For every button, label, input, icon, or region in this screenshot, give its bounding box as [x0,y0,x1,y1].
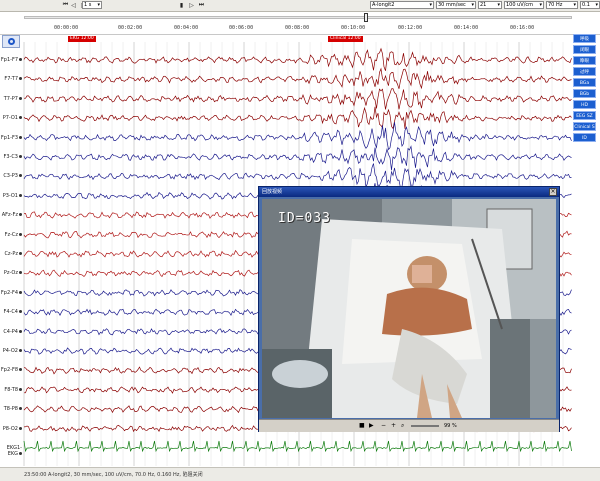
close-icon[interactable]: × [549,188,557,196]
channel-label[interactable]: T7-P7 [0,96,22,102]
timeline-cursor[interactable] [364,13,368,22]
zoom-icon[interactable]: ⌕ [401,422,404,430]
event-button[interactable]: BGa [573,78,596,87]
eeg-trace [23,163,572,189]
video-stop-icon[interactable]: ■ [359,422,365,429]
speed-select[interactable]: 1 s [82,1,102,9]
eeg-trace [23,145,572,171]
channel-label[interactable]: F4-C4 [0,309,22,315]
channel-label[interactable]: C3-P3 [0,173,22,179]
status-text: 23:50:00 A-longit2, 30 mm/sec, 100 uV/cm… [24,472,203,478]
toolbar: 事件 ⏮ ◁ ▷ 1 s ▮ ▷ ⏭ A-longit2 30 mm/sec 2… [0,0,600,19]
eeg-trace [23,67,572,90]
video-scene [262,199,556,418]
filter-select[interactable]: 70 Hz [546,1,578,9]
timebase-select[interactable]: 30 mm/sec [436,1,476,9]
video-minus-icon[interactable]: − [381,422,386,429]
timeline-ruler[interactable]: 00:00:00 00:02:00 00:04:00 00:06:00 00:08:00… [0,12,600,35]
timeline-tick: 00:10:00 [341,25,366,31]
video-playback-window[interactable]: 回放视频 × ID=033 ■ ▶ − + ⌕ 99 % [258,186,560,432]
channel-label[interactable]: P4-O2 [0,348,22,354]
montage-select[interactable]: A-longit2 [370,1,434,9]
channel-label[interactable]: Fz-Cz [0,232,22,238]
eeg-trace [23,122,572,151]
video-window-title: 回放视频 [259,187,559,197]
status-bar: 23:50:00 A-longit2, 30 mm/sec, 100 uV/cm… [0,467,600,481]
channel-label[interactable]: T8-P8 [0,406,22,412]
channel-label[interactable]: Fp2-F8 [0,367,22,373]
video-play-icon[interactable]: ▶ [369,422,374,429]
hf-select[interactable]: 0.1 [580,1,600,9]
channel-label[interactable]: Fp2-F4 [0,290,22,296]
channel-label[interactable]: EKG1-EKG [0,445,22,457]
skip-forward-icon[interactable]: ⏭ [198,1,205,9]
event-button[interactable]: 睁眼 [573,56,596,65]
eeg-trace [23,88,572,110]
channel-label[interactable]: F3-C3 [0,154,22,160]
channel-label[interactable]: C4-P4 [0,329,22,335]
eeg-trace [23,106,572,130]
video-controls: ■ ▶ − + ⌕ 99 % [259,419,559,432]
channel-label[interactable]: Fp1-F7 [0,57,22,63]
sensitivity-select[interactable]: 100 uV/cm [504,1,544,9]
timeline-tick: 00:00:00 [54,25,79,31]
channel-label[interactable]: Pz-Oz [0,270,22,276]
eeg-trace [23,47,572,71]
channel-label[interactable]: Fp1-F3 [0,135,22,141]
event-button[interactable]: ID [573,133,596,142]
video-id-overlay: ID=033 [278,211,331,226]
event-marker[interactable]: EKG 12:00 [68,36,96,42]
stop-icon[interactable]: ▮ [178,1,185,9]
timeline-tick: 00:08:00 [285,25,310,31]
event-button[interactable]: HD [573,100,596,109]
event-button[interactable]: 闭眼 [573,45,596,54]
timeline-tick: 00:14:00 [454,25,479,31]
next-icon[interactable]: ▷ [188,1,195,9]
video-zoom-level: 99 % [444,423,457,429]
eeg-trace [23,440,572,453]
video-plus-icon[interactable]: + [391,422,396,429]
timeline-tick: 00:06:00 [229,25,254,31]
event-button[interactable]: 过呼 [573,67,596,76]
video-slider[interactable] [411,425,439,427]
channel-label[interactable]: F8-T8 [0,387,22,393]
channel-label[interactable]: AFz-Fz [0,212,22,218]
channel-label[interactable]: P7-O1 [0,115,22,121]
timeline-tick: 00:02:00 [118,25,143,31]
event-button[interactable]: 呼吸 [573,34,596,43]
timeline-tick: 00:04:00 [174,25,199,31]
channel-label[interactable]: P8-O2 [0,426,22,432]
channel-label[interactable]: F7-T7 [0,76,22,82]
channel-label[interactable]: Cz-Pz [0,251,22,257]
channel-label[interactable]: P3-O1 [0,193,22,199]
event-button[interactable]: BGb [573,89,596,98]
channels-select[interactable]: 21 [478,1,502,9]
timeline-tick: 00:16:00 [510,25,535,31]
event-marker[interactable]: Clinical 12:00 [328,36,363,42]
skip-back-icon[interactable]: ⏮ [62,1,69,9]
timeline-tick: 00:12:00 [398,25,423,31]
prev-icon[interactable]: ◁ [70,1,77,9]
event-button[interactable]: Clinical S [573,122,596,131]
video-frame: ID=033 [262,199,556,418]
event-button[interactable]: EEG SZ [573,111,596,120]
